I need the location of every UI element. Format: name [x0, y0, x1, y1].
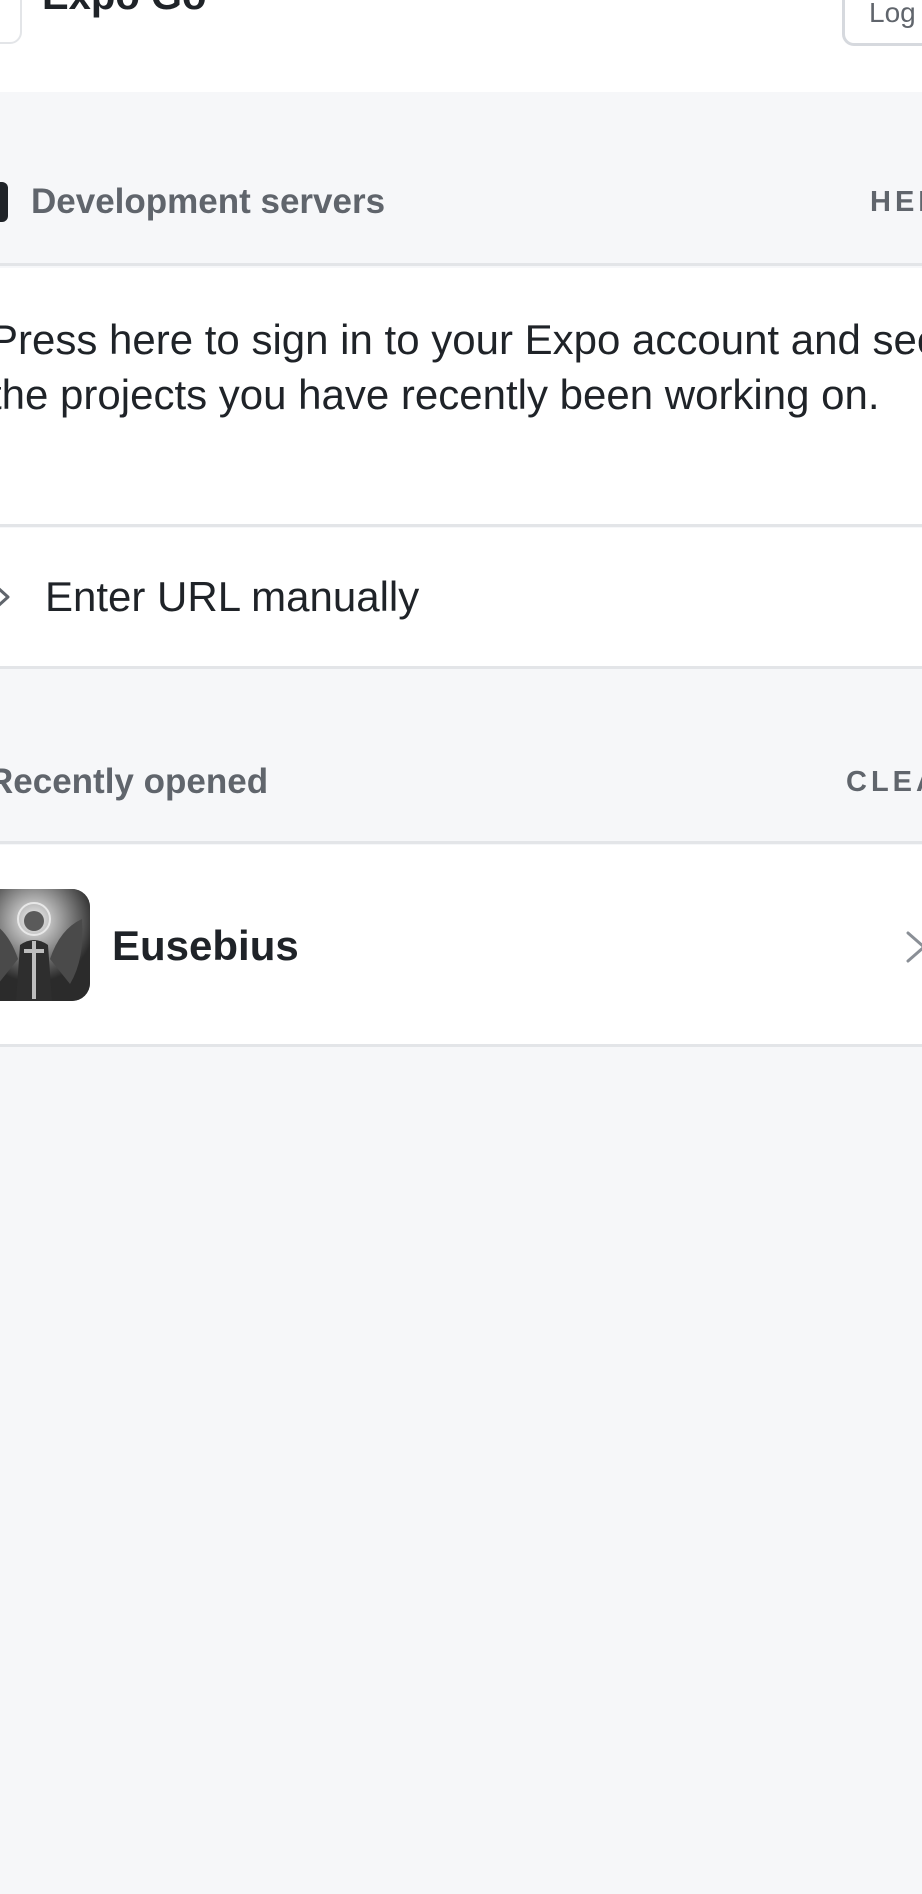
terminal-icon: [0, 182, 8, 222]
eusebius-app-icon: [0, 889, 90, 1001]
dev-servers-title: Development servers: [31, 182, 386, 221]
signin-prompt[interactable]: Press here to sign in to your Expo accou…: [0, 268, 922, 524]
help-button[interactable]: HELP: [870, 184, 922, 220]
recent-project-row[interactable]: Eusebius: [0, 845, 922, 1044]
angel-figure-icon: [0, 889, 90, 1001]
enter-url-label: Enter URL manually: [45, 573, 420, 620]
divider: [0, 263, 922, 266]
divider: [0, 666, 922, 669]
project-name: Eusebius: [112, 922, 299, 969]
divider: [0, 841, 922, 844]
login-button-label: Log In: [869, 0, 922, 28]
chevron-right-icon: [906, 931, 922, 963]
signin-prompt-text: Press here to sign in to your Expo accou…: [0, 316, 922, 418]
expo-go-home-screen: Expo Go Log In Development servers HELP …: [0, 0, 922, 1894]
divider: [0, 1044, 922, 1047]
app-title: Expo Go: [42, 0, 206, 16]
recently-opened-title: Recently opened: [0, 762, 269, 801]
enter-url-row[interactable]: Enter URL manually: [0, 528, 922, 667]
login-button[interactable]: Log In: [842, 0, 922, 46]
expo-logo-icon: [0, 0, 22, 44]
recently-opened-header: Recently opened CLEAR: [0, 742, 922, 822]
app-header: Expo Go Log In: [0, 0, 922, 92]
clear-button[interactable]: CLEAR: [846, 764, 922, 800]
dev-servers-header: Development servers HELP: [0, 162, 922, 242]
divider: [0, 524, 922, 527]
chevron-right-icon: [0, 587, 10, 607]
